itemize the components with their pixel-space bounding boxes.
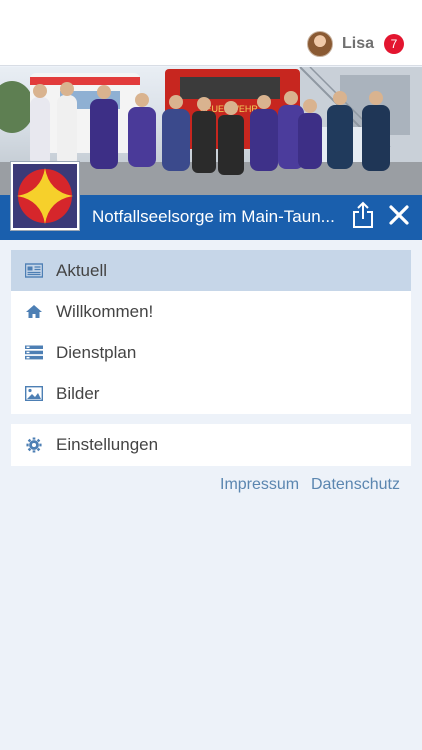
menu-item-willkommen[interactable]: Willkommen! bbox=[11, 291, 411, 332]
menu-item-dienstplan[interactable]: Dienstplan bbox=[11, 332, 411, 373]
app-logo bbox=[10, 161, 80, 231]
impressum-link[interactable]: Impressum bbox=[220, 476, 299, 494]
close-icon[interactable] bbox=[388, 204, 410, 226]
menu-item-einstellungen[interactable]: Einstellungen bbox=[11, 424, 411, 465]
app-title: Notfallseelsorge im Main-Taun... bbox=[92, 207, 335, 226]
user-avatar[interactable] bbox=[306, 31, 333, 57]
share-icon[interactable] bbox=[351, 201, 375, 229]
main-menu: Aktuell Willkommen! Dienstplan Bilder bbox=[11, 250, 411, 414]
top-bar: Lisa 7 bbox=[0, 0, 422, 66]
menu-label-einstellungen: Einstellungen bbox=[56, 435, 159, 454]
home-icon bbox=[26, 305, 42, 318]
user-name[interactable]: Lisa bbox=[342, 35, 374, 53]
menu-label-aktuell: Aktuell bbox=[56, 261, 108, 280]
gear-icon bbox=[26, 437, 42, 453]
image-icon bbox=[25, 386, 43, 401]
datenschutz-link[interactable]: Datenschutz bbox=[311, 476, 400, 494]
menu-item-aktuell[interactable]: Aktuell bbox=[11, 250, 411, 291]
menu-item-bilder[interactable]: Bilder bbox=[11, 373, 411, 414]
menu-label-willkommen: Willkommen! bbox=[56, 302, 154, 321]
menu-label-bilder: Bilder bbox=[56, 384, 100, 403]
settings-menu: Einstellungen bbox=[11, 424, 411, 466]
newspaper-icon bbox=[25, 263, 43, 278]
user-menu[interactable]: Lisa 7 bbox=[306, 29, 404, 59]
notification-badge[interactable]: 7 bbox=[384, 34, 404, 54]
menu-label-dienstplan: Dienstplan bbox=[56, 343, 137, 362]
list-icon bbox=[25, 345, 43, 360]
logo-emblem bbox=[13, 164, 77, 228]
